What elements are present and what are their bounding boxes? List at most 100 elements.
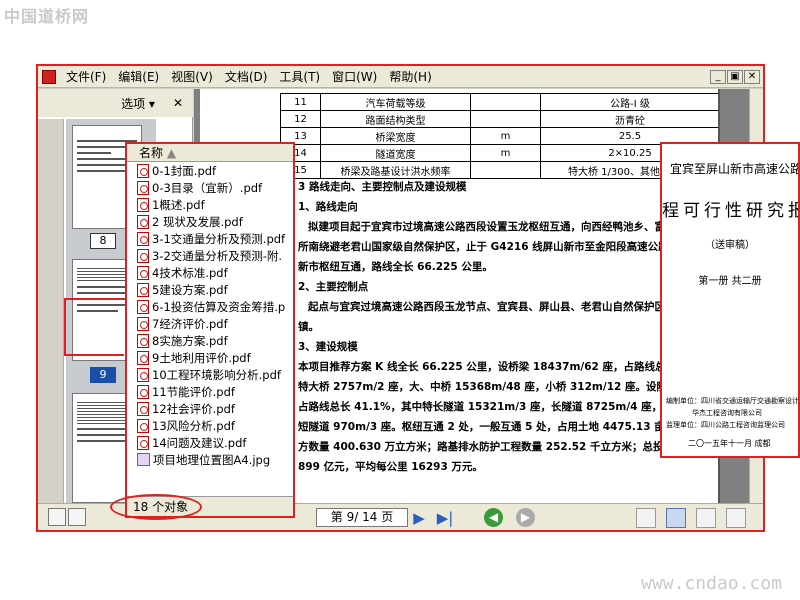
- pdf-file-icon: [137, 367, 149, 382]
- table-row: 11 汽车荷载等级 公路-I 级: [280, 93, 718, 111]
- paragraph-line: 本项目推荐方案 K 线全长 66.225 公里，设桥梁 18437m/62 座，…: [298, 361, 678, 373]
- column-header-name[interactable]: 名称 ▲: [127, 144, 293, 162]
- file-name: 7经济评价.pdf: [152, 316, 228, 331]
- list-item[interactable]: 13风险分析.pdf: [127, 417, 293, 434]
- list-item[interactable]: 6-1投资估算及资金筹措.p: [127, 298, 293, 315]
- nav-side-strip: [38, 119, 64, 507]
- menu-bar: 文件(F) 编辑(E) 视图(V) 文档(D) 工具(T) 窗口(W) 帮助(H…: [38, 66, 763, 88]
- last-page-icon[interactable]: ▶|: [436, 509, 454, 527]
- paragraph-line: 新市枢纽互通，路线全长 66.225 公里。: [298, 261, 493, 273]
- table-cell: 桥梁及路基设计洪水频率: [320, 161, 471, 179]
- file-name: 8实施方案.pdf: [152, 333, 228, 348]
- menu-help[interactable]: 帮助(H): [383, 68, 437, 85]
- file-name: 10工程环境影响分析.pdf: [152, 367, 281, 382]
- cover-project-name: 宜宾至屏山新市高速公路: [670, 162, 800, 176]
- minimize-button[interactable]: _: [710, 69, 726, 84]
- pdf-file-icon: [137, 180, 149, 195]
- file-list-panel: 名称 ▲ 0-1封面.pdf 0-3目录（宜新）.pdf 1概述.pdf 2 现…: [125, 142, 295, 518]
- cover-compiler: 编制单位：四川省交通运输厅交通勘察设计研: [666, 397, 800, 405]
- file-name: 1概述.pdf: [152, 197, 205, 212]
- pdf-file-icon: [137, 214, 149, 229]
- pdf-file-icon: [137, 163, 149, 178]
- table-row: 14 隧道宽度 m 2×10.25: [280, 144, 718, 162]
- watermark-bottom: www.cndao.com: [641, 573, 782, 594]
- table-cell: 沥青砼: [540, 110, 718, 128]
- pdf-file-icon: [137, 248, 149, 263]
- panel-toggle-icon[interactable]: [48, 508, 66, 526]
- cover-draft-label: （送审稿）: [705, 240, 755, 251]
- paragraph-line: 特大桥 2757m/2 座，大、中桥 15368m/48 座，小桥 312m/1…: [298, 381, 678, 393]
- menu-view[interactable]: 视图(V): [165, 68, 219, 85]
- pdf-file-icon: [137, 197, 149, 212]
- list-item[interactable]: 12社会评价.pdf: [127, 400, 293, 417]
- list-item[interactable]: 9土地利用评价.pdf: [127, 349, 293, 366]
- file-name: 6-1投资估算及资金筹措.p: [152, 299, 286, 314]
- table-cell: 汽车荷载等级: [320, 93, 471, 111]
- cover-date: 二〇一五年十一月 成都: [688, 439, 771, 448]
- file-name: 0-1封面.pdf: [152, 163, 217, 178]
- list-item[interactable]: 14问题及建议.pdf: [127, 434, 293, 451]
- pdf-file-icon: [137, 384, 149, 399]
- subsection-heading: 1、路线走向: [298, 201, 358, 213]
- column-header-label: 名称: [139, 146, 164, 160]
- menu-window[interactable]: 窗口(W): [326, 68, 383, 85]
- restore-button[interactable]: ▣: [727, 69, 743, 84]
- table-cell: 11: [280, 93, 321, 111]
- document-text: 3 路线走向、主要控制点及建设规模 1、路线走向 拟建项目起于宜宾市过境高速公路…: [298, 177, 678, 477]
- list-item[interactable]: 11节能评价.pdf: [127, 383, 293, 400]
- options-menu[interactable]: 选项 ▾: [121, 95, 155, 112]
- pdf-file-icon: [137, 282, 149, 297]
- list-item[interactable]: 2 现状及发展.pdf: [127, 213, 293, 230]
- list-item[interactable]: 0-1封面.pdf: [127, 162, 293, 179]
- table-row: 12 路面结构类型 沥青砼: [280, 110, 718, 128]
- single-page-view-icon[interactable]: [636, 508, 656, 528]
- list-item[interactable]: 0-3目录（宜新）.pdf: [127, 179, 293, 196]
- forward-icon[interactable]: ▶: [516, 508, 535, 527]
- list-item[interactable]: 4技术标准.pdf: [127, 264, 293, 281]
- table-cell: 桥梁宽度: [320, 127, 471, 145]
- list-item[interactable]: 5建设方案.pdf: [127, 281, 293, 298]
- cover-page-preview: 宜宾至屏山新市高速公路 程可行性研究报 （送审稿） 第一册 共二册 编制单位：四…: [660, 142, 800, 458]
- menu-tools[interactable]: 工具(T): [273, 68, 326, 85]
- subsection-heading: 3、建设规模: [298, 341, 358, 353]
- list-item[interactable]: 10工程环境影响分析.pdf: [127, 366, 293, 383]
- image-file-icon: [137, 453, 150, 466]
- spec-table: 11 汽车荷载等级 公路-I 级 12 路面结构类型 沥青砼 13 桥梁宽度 m 25.5 1…: [280, 93, 718, 179]
- file-name: 3-1交通量分析及预测.pdf: [152, 231, 286, 246]
- file-name: 3-2交通量分析及预测-附.: [152, 248, 283, 263]
- pdf-file-icon: [137, 350, 149, 365]
- paragraph-line: 899 亿元，平均每公里 16293 万元。: [298, 461, 483, 473]
- close-button[interactable]: ✕: [744, 69, 760, 84]
- pdf-file-icon: [137, 333, 149, 348]
- continuous-facing-view-icon[interactable]: [726, 508, 746, 528]
- table-row: 13 桥梁宽度 m 25.5: [280, 127, 718, 145]
- close-nav-icon[interactable]: ✕: [173, 96, 183, 110]
- list-item[interactable]: 3-1交通量分析及预测.pdf: [127, 230, 293, 247]
- continuous-view-icon[interactable]: [666, 508, 686, 528]
- page-indicator[interactable]: 第 9/ 14 页: [316, 508, 408, 527]
- list-item[interactable]: 8实施方案.pdf: [127, 332, 293, 349]
- pdf-file-icon: [137, 299, 149, 314]
- list-item[interactable]: 7经济评价.pdf: [127, 315, 293, 332]
- menu-document[interactable]: 文档(D): [219, 68, 274, 85]
- status-highlight-oval: [110, 494, 202, 520]
- file-name: 5建设方案.pdf: [152, 282, 228, 297]
- pdf-file-icon: [137, 401, 149, 416]
- table-cell: 隧道宽度: [320, 144, 471, 162]
- menu-edit[interactable]: 编辑(E): [112, 68, 165, 85]
- menu-file[interactable]: 文件(F): [60, 68, 112, 85]
- paragraph-line: 起点与宜宾过境高速公路西段玉龙节点、宜宾县、屏山县、老君山自然保护区: [308, 301, 665, 313]
- list-item[interactable]: 3-2交通量分析及预测-附.: [127, 247, 293, 264]
- back-icon[interactable]: ◀: [484, 508, 503, 527]
- table-cell: m: [470, 144, 541, 162]
- paragraph-line: 镇。: [298, 321, 319, 333]
- table-cell: 路面结构类型: [320, 110, 471, 128]
- list-item[interactable]: 项目地理位置图A4.jpg: [127, 451, 293, 468]
- facing-view-icon[interactable]: [696, 508, 716, 528]
- app-icon[interactable]: [42, 69, 56, 84]
- options-icon[interactable]: [68, 508, 86, 526]
- list-item[interactable]: 1概述.pdf: [127, 196, 293, 213]
- next-page-icon[interactable]: ▶: [410, 509, 428, 527]
- nav-header: 选项 ▾ ✕: [38, 89, 193, 117]
- subsection-heading: 2、主要控制点: [298, 281, 369, 293]
